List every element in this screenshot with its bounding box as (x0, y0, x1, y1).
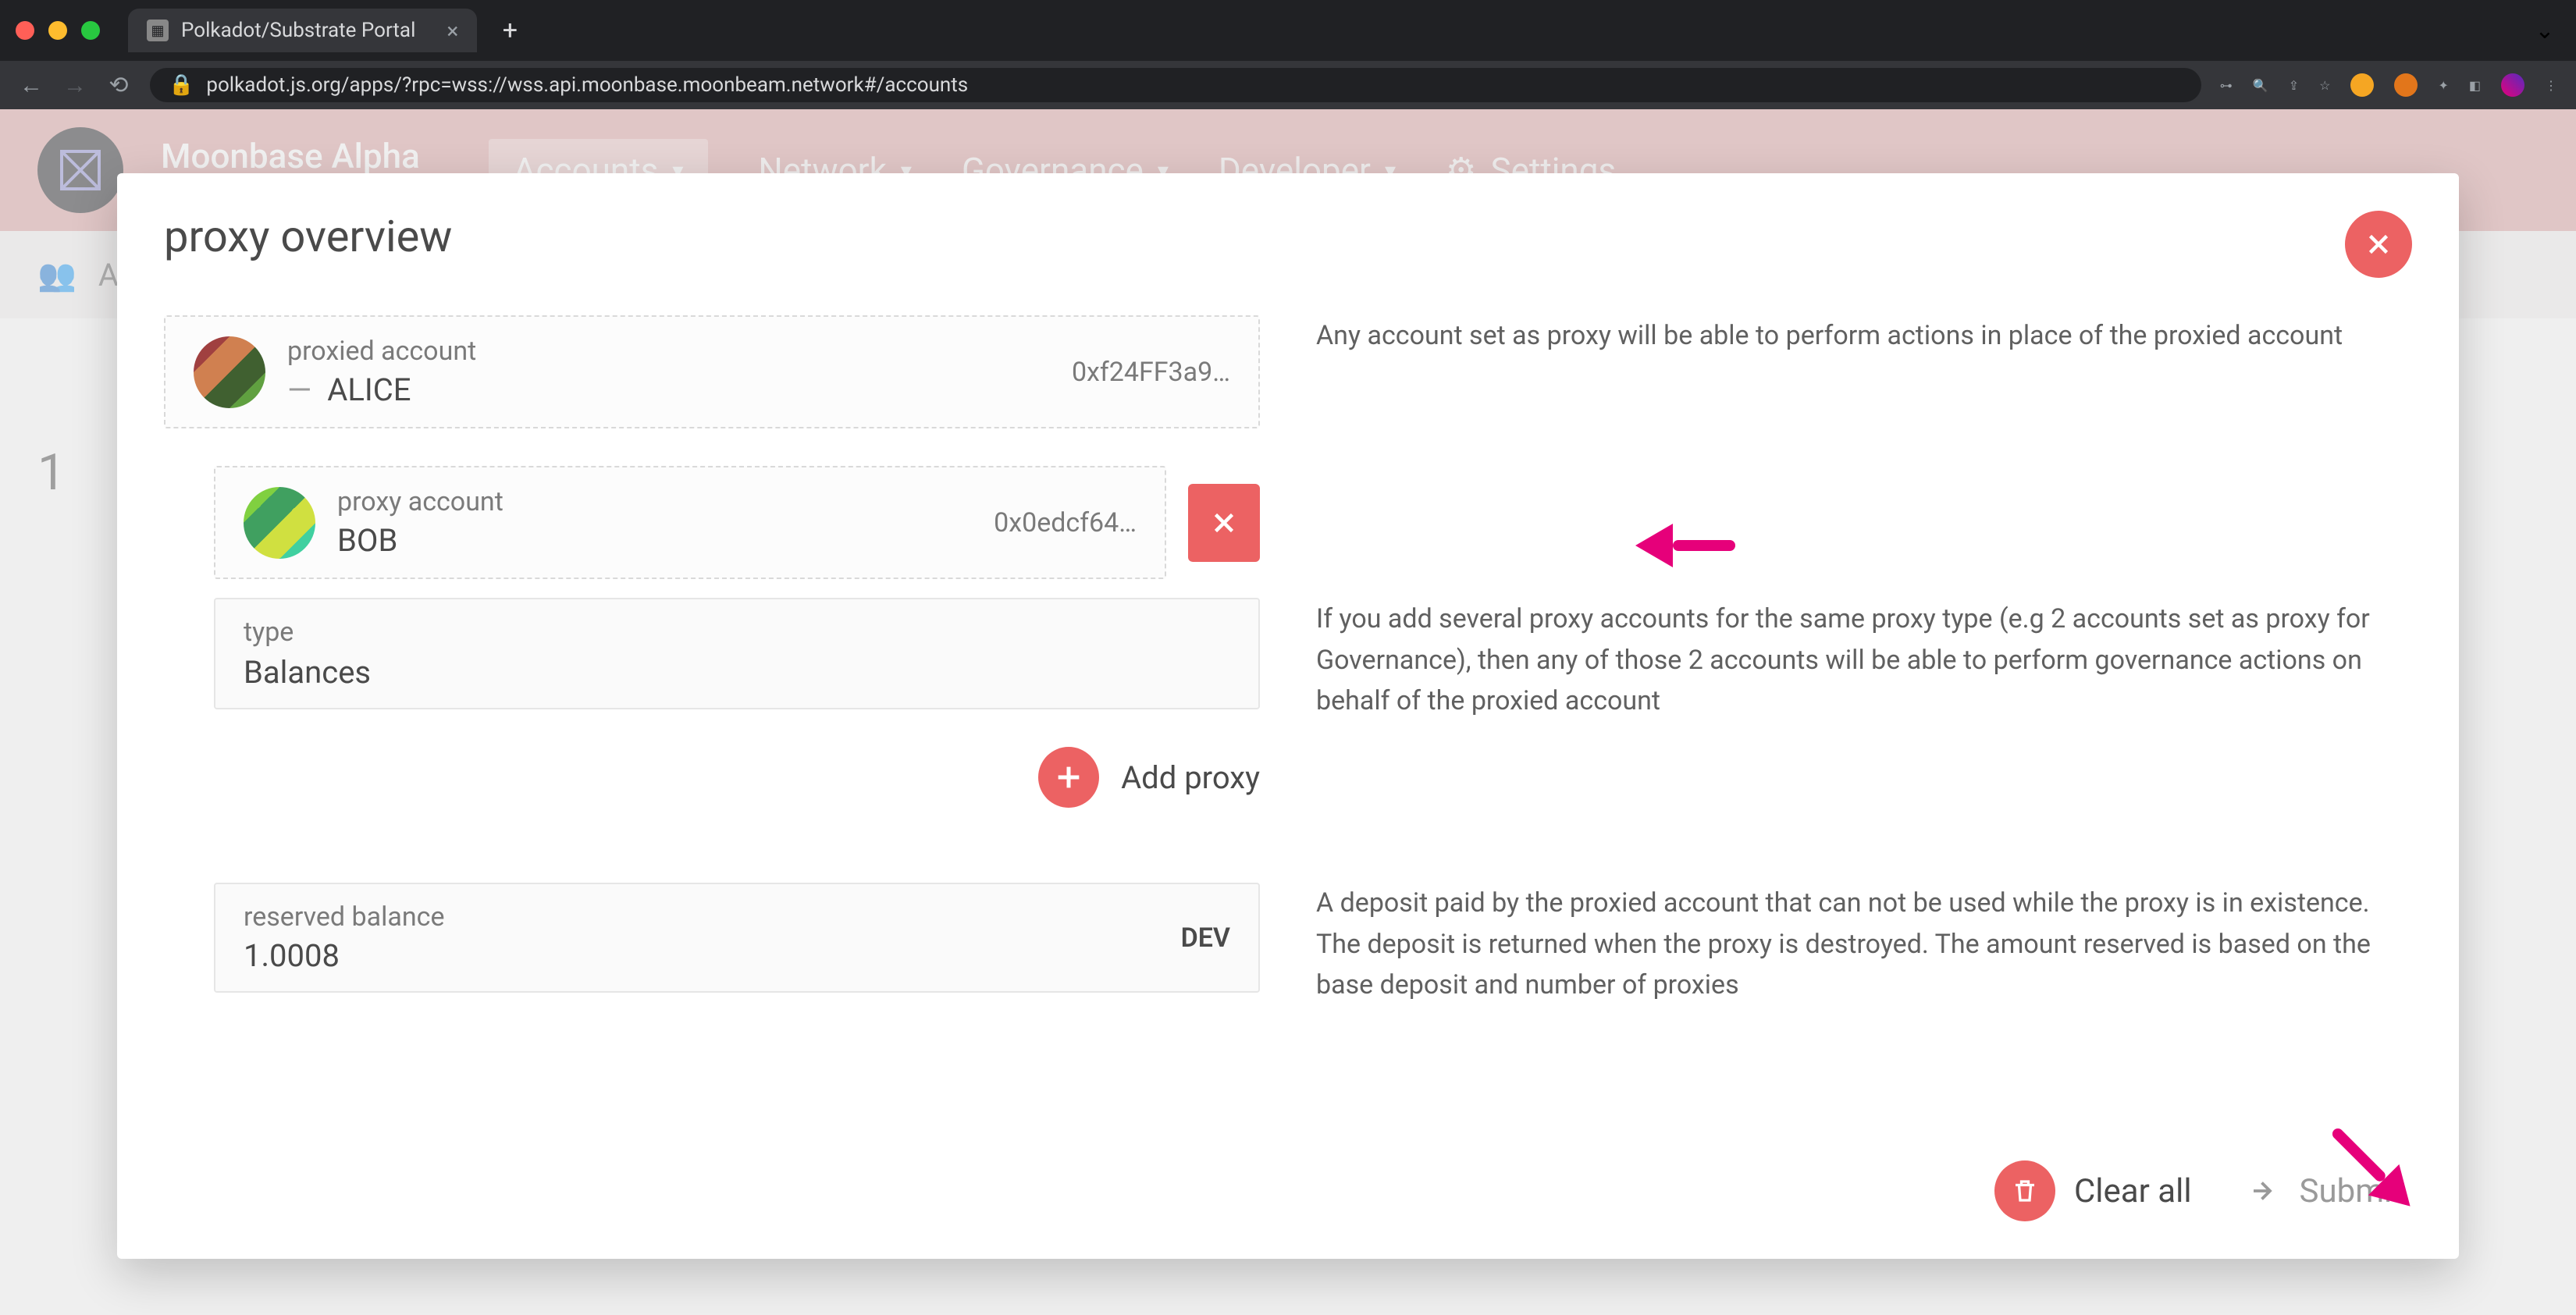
back-button[interactable]: ← (19, 73, 44, 98)
tab-title: Polkadot/Substrate Portal (181, 19, 415, 42)
add-proxy-label: Add proxy (1121, 759, 1260, 796)
proxy-account-hash: 0x0edcf64… (994, 507, 1137, 538)
proxy-type-help-text: If you add several proxy accounts for th… (1316, 599, 2412, 722)
lock-icon: 🔒 (169, 73, 194, 97)
annotation-arrow (1635, 524, 1735, 567)
remove-proxy-button[interactable] (1188, 484, 1260, 562)
window-zoom-icon[interactable] (81, 21, 100, 40)
proxied-account-label: proxied account (287, 336, 1050, 367)
tab-favicon-icon: ▦ (147, 20, 169, 41)
browser-tab[interactable]: ▦ Polkadot/Substrate Portal × (128, 9, 477, 52)
extension-icon[interactable] (2350, 73, 2374, 97)
proxied-account-hash: 0xf24FF3a9… (1072, 357, 1230, 388)
identicon-icon (194, 336, 265, 408)
proxied-help-text: Any account set as proxy will be able to… (1316, 315, 2412, 357)
polkadot-extension-icon[interactable] (2501, 73, 2524, 97)
reserved-balance-unit: DEV (1181, 922, 1230, 954)
browser-tab-strip: ▦ Polkadot/Substrate Portal × + ⌄ (0, 0, 2576, 61)
bookmark-icon[interactable]: ☆ (2319, 78, 2330, 93)
proxy-account-label: proxy account (337, 486, 972, 517)
new-tab-button[interactable]: + (496, 16, 524, 44)
modal-close-button[interactable] (2345, 211, 2412, 278)
url-text: polkadot.js.org/apps/?rpc=wss://wss.api.… (206, 73, 968, 97)
share-icon[interactable]: ⇪ (2289, 78, 2299, 93)
tabs-dropdown-icon[interactable]: ⌄ (2532, 18, 2557, 43)
proxied-account-name: ALICE (327, 371, 411, 408)
reserved-balance-value: 1.0008 (244, 937, 340, 974)
key-icon[interactable]: ⊶ (2220, 78, 2233, 93)
add-proxy-button[interactable] (1038, 747, 1099, 808)
trash-icon (1994, 1160, 2055, 1221)
zoom-icon[interactable]: 🔍 (2253, 78, 2268, 93)
browser-toolbar: ← → ⟲ 🔒 polkadot.js.org/apps/?rpc=wss://… (0, 61, 2576, 109)
submit-icon (2248, 1175, 2281, 1207)
identicon-icon (244, 487, 315, 559)
clear-all-label: Clear all (2074, 1172, 2192, 1210)
window-close-icon[interactable] (16, 21, 34, 40)
reserved-balance-help-text: A deposit paid by the proxied account th… (1316, 883, 2412, 1006)
reserved-balance-field: reserved balance 1.0008 DEV (214, 883, 1260, 993)
modal-title: proxy overview (164, 211, 452, 262)
window-minimize-icon[interactable] (48, 21, 67, 40)
proxy-type-label: type (244, 617, 1230, 648)
side-panel-icon[interactable]: ◧ (2469, 78, 2481, 93)
window-traffic-lights (16, 21, 100, 40)
proxied-account-field[interactable]: proxied account — ALICE 0xf24FF3a9… (164, 315, 1260, 428)
chrome-menu-icon[interactable]: ⋮ (2545, 78, 2557, 93)
reload-button[interactable]: ⟲ (106, 73, 131, 98)
proxy-modal: proxy overview proxied account — ALICE (117, 173, 2459, 1259)
reserved-balance-label: reserved balance (244, 901, 444, 933)
proxy-type-field[interactable]: type Balances (214, 598, 1260, 709)
proxy-account-name: BOB (337, 522, 397, 559)
proxy-account-field[interactable]: proxy account BOB 0x0edcf64… (214, 466, 1166, 579)
clear-all-button[interactable]: Clear all (1994, 1160, 2192, 1221)
address-bar[interactable]: 🔒 polkadot.js.org/apps/?rpc=wss://wss.ap… (150, 68, 2201, 102)
forward-button[interactable]: → (62, 73, 87, 98)
proxy-type-value: Balances (244, 654, 371, 691)
metamask-extension-icon[interactable] (2394, 73, 2418, 97)
extensions-icon[interactable]: ✦ (2438, 78, 2448, 93)
tab-close-icon[interactable]: × (447, 18, 458, 44)
